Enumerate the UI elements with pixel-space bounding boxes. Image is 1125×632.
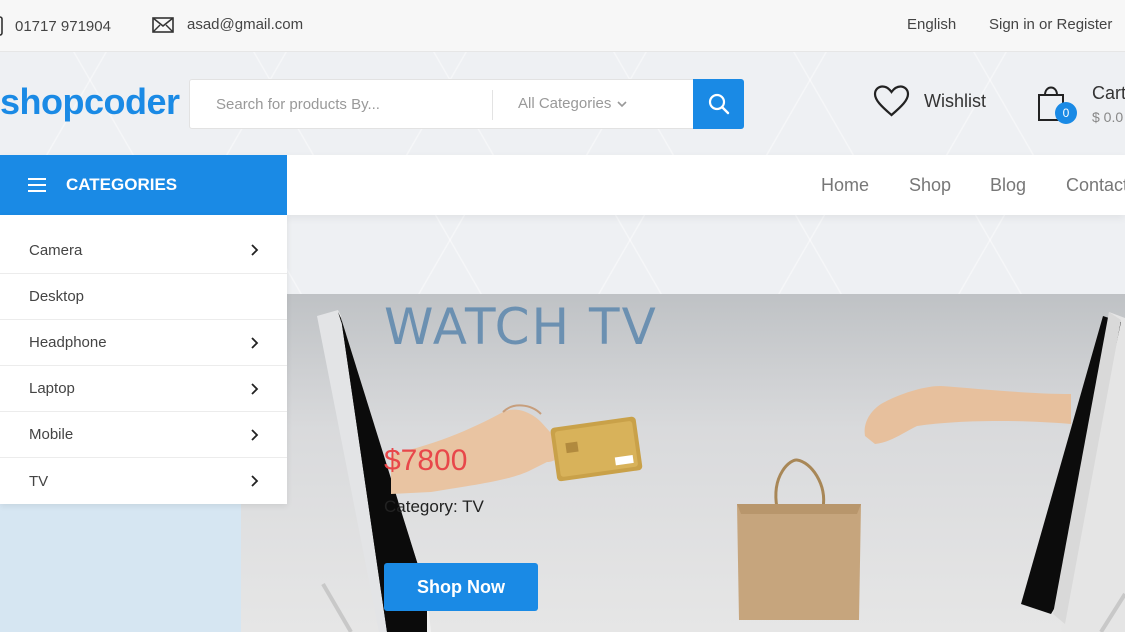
category-select[interactable]: All Categories: [518, 95, 627, 112]
category-item-label: Mobile: [29, 426, 74, 443]
category-item-laptop[interactable]: Laptop: [0, 366, 287, 412]
categories-label: CATEGORIES: [66, 175, 178, 194]
nav-link-shop[interactable]: Shop: [909, 175, 951, 196]
sign-in-register-link[interactable]: Sign in or Register: [989, 16, 1112, 33]
heart-icon: [873, 85, 910, 117]
category-list: Camera Desktop Headphone Laptop Mobile T…: [0, 215, 287, 504]
cart-count-badge: 0: [1055, 102, 1077, 124]
wishlist-label: Wishlist: [924, 90, 986, 111]
categories-toggle[interactable]: CATEGORIES: [0, 155, 287, 215]
mail-icon: [152, 16, 174, 33]
hero-category: Category: TV: [384, 497, 484, 516]
phone-icon: [0, 16, 3, 36]
category-item-tv[interactable]: TV: [0, 458, 287, 504]
search-input[interactable]: [190, 80, 492, 128]
header: shopcoder All Categories Wishlist 0 Cart: [0, 53, 1125, 155]
chevron-right-icon: [251, 475, 259, 487]
hero-image: [317, 310, 1125, 632]
hero-price: $7800: [384, 444, 468, 477]
category-item-mobile[interactable]: Mobile: [0, 412, 287, 458]
cart-label: Cart: [1092, 83, 1125, 103]
top-bar: 01717 971904 asad@gmail.com English Sign…: [0, 0, 1125, 52]
chevron-right-icon: [251, 382, 259, 395]
wishlist-link[interactable]: Wishlist: [873, 85, 986, 117]
nav-link-blog[interactable]: Blog: [990, 175, 1026, 196]
chevron-right-icon: [251, 244, 259, 256]
shop-now-button[interactable]: Shop Now: [384, 563, 538, 611]
category-item-label: Headphone: [29, 334, 107, 351]
search-icon: [708, 93, 729, 115]
left-decor-panel: [0, 504, 241, 632]
cart-amount: $ 0.0: [1092, 109, 1124, 125]
nav-link-home[interactable]: Home: [821, 175, 869, 196]
chevron-right-icon: [251, 336, 259, 349]
category-item-label: Laptop: [29, 380, 75, 397]
category-item-label: Desktop: [29, 288, 85, 305]
category-item-label: TV: [29, 472, 49, 490]
main-nav: CATEGORIES Home Shop Blog Contact: [0, 155, 1125, 215]
hero-slider: WATCH TV $7800 Category: TV Shop Now: [241, 294, 1125, 632]
language-selector[interactable]: English: [907, 16, 956, 33]
hero-title: WATCH TV: [384, 298, 658, 356]
category-item-headphone[interactable]: Headphone: [0, 320, 287, 366]
email-address: asad@gmail.com: [187, 16, 304, 33]
email-contact: asad@gmail.com: [152, 16, 303, 33]
chevron-right-icon: [251, 428, 259, 441]
category-select-label: All Categories: [518, 95, 612, 112]
site-logo[interactable]: shopcoder: [0, 81, 180, 123]
nav-link-contact[interactable]: Contact: [1066, 175, 1125, 196]
phone-contact: 01717 971904: [0, 16, 111, 36]
search-bar: All Categories: [189, 79, 744, 129]
category-item-label: Camera: [29, 241, 83, 259]
search-button[interactable]: [693, 79, 744, 129]
cart-link[interactable]: 0 Cart $ 0.0: [1036, 82, 1125, 127]
menu-icon: [28, 178, 46, 192]
phone-number: 01717 971904: [15, 17, 111, 35]
category-item-camera[interactable]: Camera: [0, 215, 287, 274]
category-item-desktop[interactable]: Desktop: [0, 274, 287, 320]
chevron-down-icon: [617, 95, 627, 112]
search-divider: [492, 90, 493, 120]
